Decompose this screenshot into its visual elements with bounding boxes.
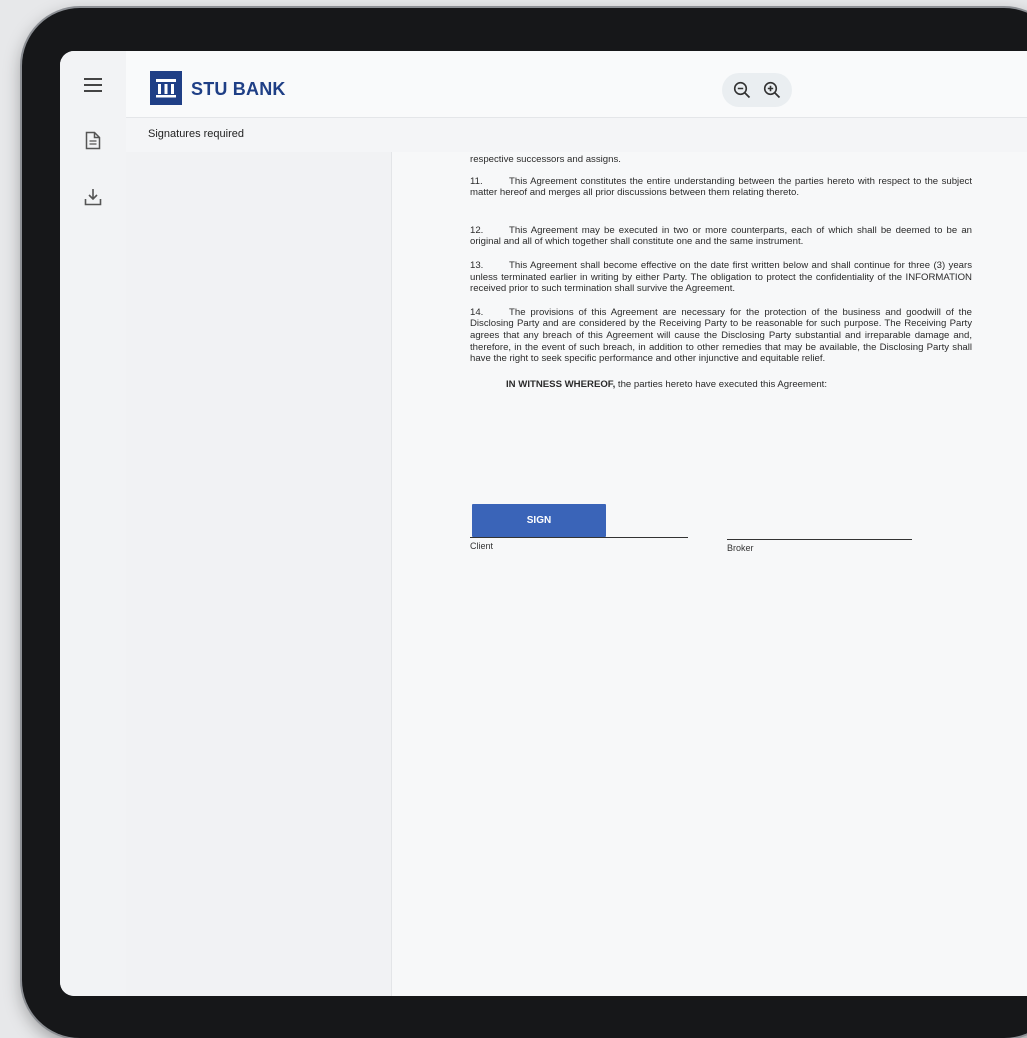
zoom-out-icon[interactable] [733,81,751,99]
clause-12: 12. This Agreement may be executed in two… [470,225,972,248]
witness-line: IN WITNESS WHEREOF, the parties hereto h… [470,379,972,391]
witness-bold: IN WITNESS WHEREOF, [506,378,616,390]
document-body: respective successors and assigns. 11. Th… [470,152,972,390]
client-signature-line [470,537,688,538]
client-label: Client [470,541,494,551]
download-icon [84,188,102,211]
clause-text: This Agreement may be executed in two or… [470,224,972,248]
clause-text: The provisions of this Agreement are nec… [470,306,972,365]
brand-name: STU BANK [191,79,286,99]
clause-text: This Agreement shall become effective on… [470,259,972,295]
clause-11: 11. This Agreement constitutes the entire… [470,176,972,199]
clause-13: 13. This Agreement shall become effective… [470,260,972,295]
signature-panel [126,152,392,996]
top-bar: STU BANK [126,51,1027,118]
clause-number: 12. [470,224,484,236]
clause-14: 14. The provisions of this Agreement are … [470,307,972,365]
sign-button[interactable]: SIGN [472,504,606,537]
bank-logo-icon [150,71,182,105]
clause-number: 14. [470,306,484,318]
documents-button[interactable] [60,121,126,165]
left-rail [60,51,127,996]
sub-header: Signatures required [126,118,1027,153]
witness-text: the parties hereto have executed this Ag… [615,378,827,390]
document-fragment: respective successors and assigns. [470,154,621,165]
page-title: Signatures required [148,128,245,140]
zoom-controls [722,73,792,107]
document-icon [85,131,101,155]
zoom-in-icon[interactable] [763,81,781,99]
menu-button[interactable] [60,65,126,109]
broker-signature-line [727,539,912,540]
clause-number: 13. [470,259,484,271]
document-viewer[interactable]: respective successors and assigns. 11. Th… [392,152,1027,996]
clause-text: This Agreement constitutes the entire un… [470,175,972,199]
broker-label: Broker [727,543,754,553]
download-button[interactable] [60,177,126,221]
app-screen: STU BANK Signatures required respective … [60,51,1027,996]
hamburger-menu-icon [84,77,102,97]
clause-number: 11. [470,175,483,187]
